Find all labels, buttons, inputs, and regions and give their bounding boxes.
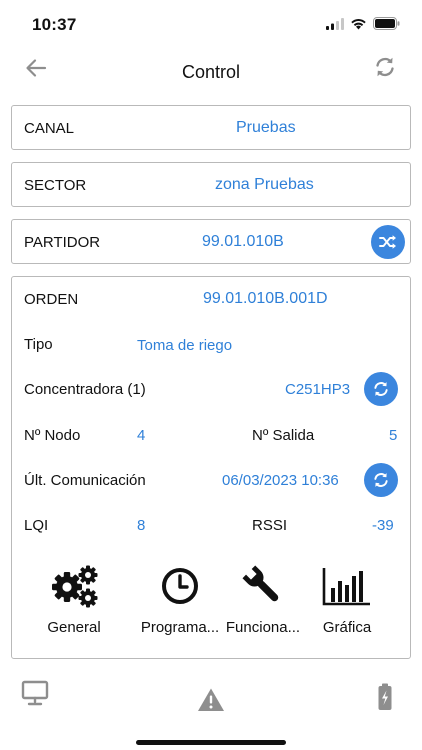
tipo-label: Tipo	[24, 336, 53, 353]
sector-label: SECTOR	[24, 177, 87, 194]
wrench-icon	[242, 565, 279, 602]
tab-warning[interactable]	[196, 684, 226, 714]
detail-card: ORDEN 99.01.010B.001D Tipo Toma de riego…	[11, 276, 411, 659]
battery-icon	[373, 17, 400, 30]
orden-value: 99.01.010B.001D	[203, 290, 328, 307]
salida-label: Nº Salida	[252, 427, 315, 444]
partidor-value: 99.01.010B	[202, 233, 284, 250]
rssi-value: -39	[372, 517, 394, 534]
sync-icon	[376, 57, 394, 77]
refresh-button[interactable]	[370, 52, 400, 82]
sync-icon	[374, 382, 388, 396]
tool-grafica-label: Gráfica	[322, 619, 372, 636]
monitor-icon	[21, 680, 49, 706]
rssi-label: RSSI	[252, 517, 288, 534]
gears-icon	[52, 565, 98, 608]
canal-value: Pruebas	[236, 119, 296, 136]
nav-bar: Control	[0, 50, 422, 96]
comunicacion-label: Últ. Comunicación	[24, 472, 146, 489]
partidor-row: PARTIDOR 99.01.010B	[11, 219, 411, 264]
comunicacion-sync-button[interactable]	[364, 463, 398, 497]
tool-general[interactable]: General	[24, 563, 124, 636]
tab-monitor[interactable]	[20, 678, 50, 708]
sector-value: zona Pruebas	[215, 176, 314, 193]
page-title: Control	[181, 62, 241, 82]
canal-row: CANAL Pruebas	[11, 105, 411, 150]
status-time: 10:37	[32, 15, 77, 34]
concentradora-value: C251HP3	[285, 381, 351, 398]
partidor-label: PARTIDOR	[24, 234, 101, 251]
salida-value: 5	[389, 427, 398, 444]
status-icons	[326, 17, 400, 30]
battery-vertical-icon	[378, 683, 392, 710]
bar-chart-icon	[322, 568, 370, 606]
concentradora-sync-button[interactable]	[364, 372, 398, 406]
clock-icon	[162, 568, 198, 604]
concentradora-label: Concentradora (1)	[24, 381, 146, 398]
wifi-icon	[351, 18, 366, 29]
orden-label: ORDEN	[24, 291, 79, 308]
comunicacion-value: 06/03/2023 10:36	[222, 472, 339, 489]
tab-battery[interactable]	[370, 682, 400, 712]
nodo-label: Nº Nodo	[24, 427, 81, 444]
status-bar: 10:37	[0, 0, 422, 50]
lqi-label: LQI	[24, 517, 49, 534]
lqi-value: 8	[137, 517, 146, 534]
tool-general-label: General	[47, 619, 101, 636]
sector-row: SECTOR zona Pruebas	[11, 162, 411, 207]
tab-bar	[0, 672, 422, 722]
shuffle-icon	[379, 235, 396, 249]
tipo-value: Toma de riego	[137, 337, 233, 354]
sync-icon	[374, 473, 388, 487]
home-indicator	[136, 740, 286, 745]
canal-label: CANAL	[24, 120, 75, 137]
warning-icon	[198, 688, 224, 711]
nodo-value: 4	[137, 427, 146, 444]
tool-grafica[interactable]: Gráfica	[297, 563, 397, 636]
signal-icon	[326, 17, 344, 30]
partidor-shuffle-button[interactable]	[371, 225, 405, 259]
